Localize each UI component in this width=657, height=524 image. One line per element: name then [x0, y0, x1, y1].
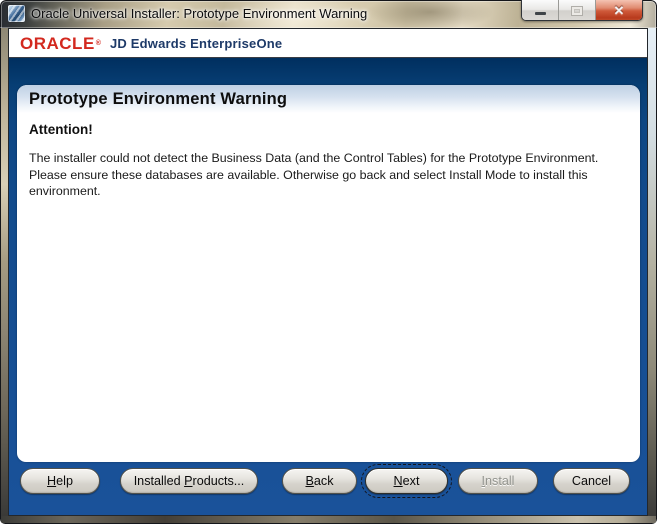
next-button[interactable]: Next	[361, 464, 452, 498]
warning-message-line: environment.	[29, 184, 101, 198]
warning-message-line: Please ensure these databases are availa…	[29, 167, 588, 182]
close-button[interactable]: ✕	[596, 0, 642, 20]
close-icon: ✕	[613, 3, 625, 18]
installer-window: Oracle Universal Installer: Prototype En…	[0, 0, 657, 524]
warning-message: The installer could not detect the Busin…	[29, 150, 628, 200]
content-panel: Prototype Environment Warning Attention!…	[17, 85, 640, 462]
attention-label: Attention!	[29, 122, 93, 137]
window-title: Oracle Universal Installer: Prototype En…	[31, 6, 368, 21]
help-button[interactable]: Help	[20, 468, 100, 494]
panel-header: Prototype Environment Warning	[17, 85, 640, 113]
installer-app-icon	[8, 5, 25, 22]
maximize-icon	[572, 6, 582, 15]
page-title: Prototype Environment Warning	[29, 89, 288, 108]
minimize-button[interactable]	[522, 0, 559, 20]
warning-message-line: The installer could not detect the Busin…	[29, 151, 599, 165]
window-frame-bottom	[1, 516, 656, 523]
window-frame-left	[1, 28, 8, 516]
title-bar[interactable]: Oracle Universal Installer: Prototype En…	[0, 0, 657, 28]
installed-products-button[interactable]: Installed Products...	[120, 468, 258, 494]
brand-bar: ORACLE ® JD Edwards EnterpriseOne	[9, 29, 647, 58]
install-button: Install	[458, 468, 538, 494]
maximize-button[interactable]	[559, 0, 596, 20]
oracle-logo: ORACLE	[20, 33, 95, 53]
cancel-button[interactable]: Cancel	[553, 468, 630, 494]
minimize-icon	[534, 12, 546, 15]
window-frame-right	[648, 28, 656, 516]
product-name: JD Edwards EnterpriseOne	[109, 35, 283, 51]
back-button[interactable]: Back	[282, 468, 357, 494]
oracle-trademark-icon: ®	[95, 39, 101, 47]
window-content: ORACLE ® JD Edwards EnterpriseOne Prototy…	[8, 28, 648, 516]
window-controls: ✕	[521, 0, 643, 21]
main-area: Prototype Environment Warning Attention!…	[9, 58, 647, 515]
